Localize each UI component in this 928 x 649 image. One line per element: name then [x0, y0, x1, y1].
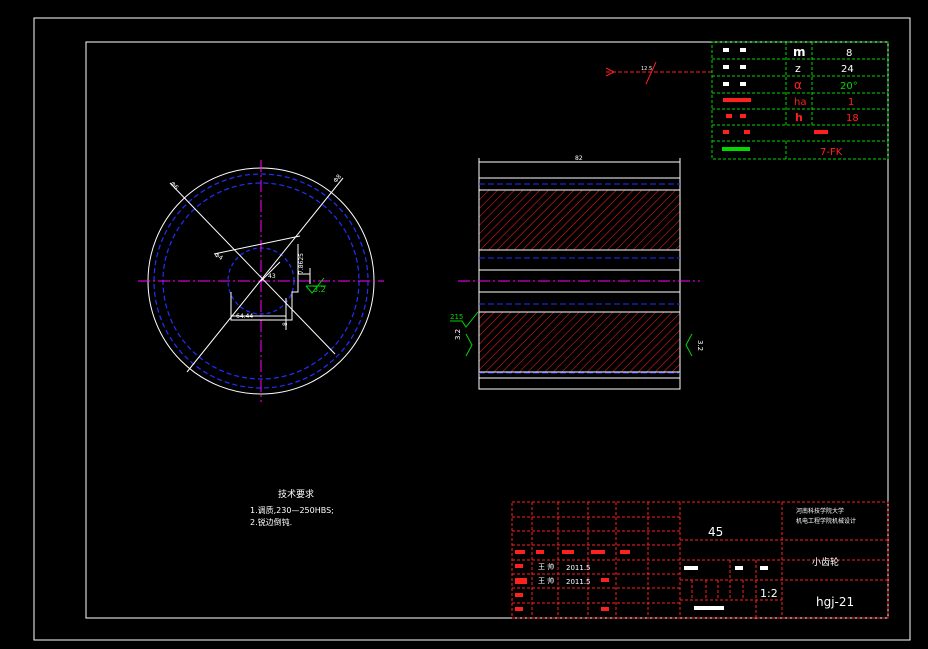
school-name: 河南科技学院大学	[796, 507, 844, 515]
tb-label-stub-10	[601, 578, 609, 582]
param-label-stub-9	[740, 114, 746, 118]
top-callout: 12.5	[605, 61, 712, 85]
leader-bore	[213, 235, 301, 255]
tb-label-stub-3	[562, 550, 574, 554]
scale: 1:2	[760, 587, 778, 600]
param-h-value: 18	[846, 113, 859, 124]
tb-label-stub-7	[515, 578, 527, 584]
drawing-number: hgj-21	[816, 595, 854, 609]
technical-notes: 技术要求 1.调质,230—250HBS; 2.锐边倒钝.	[250, 488, 334, 527]
dim-small: 8	[282, 322, 289, 326]
dim-keyway: 7.8625	[298, 253, 305, 274]
param-alpha-value: 20°	[840, 81, 858, 92]
param-label-stub-11	[744, 130, 750, 134]
dim-hub: 64.44	[236, 313, 253, 320]
title-block: 45 河南科技学院大学 机电工程学院机械设计 小齿轮 1:2 hgj-21 王 …	[511, 501, 889, 619]
dim-43: 43	[268, 273, 276, 280]
tb-label-stub-14	[760, 566, 768, 570]
tb-label-stub-11	[601, 607, 609, 611]
param-label-stub-1	[723, 48, 729, 52]
part-name: 小齿轮	[812, 556, 839, 568]
designer-date: 2011.5	[566, 564, 591, 572]
notes-title: 技术要求	[278, 488, 314, 500]
param-ha-symbol: ha	[794, 97, 806, 108]
leader-d2	[186, 177, 344, 373]
param-label-stub-6	[740, 82, 746, 86]
param-ha-value: 1	[848, 97, 854, 108]
param-m-value: 8	[846, 48, 852, 59]
rough-symbol-right	[685, 333, 693, 357]
param-label-stub-10	[723, 130, 729, 134]
gear-drawing: Φ6 Φ8 Φ4 43 7.8625 64.44 8 3.2 82 215 3.…	[33, 17, 911, 641]
dim-d2: Φ8	[332, 173, 343, 184]
rough-right-value: 3.2	[696, 340, 704, 351]
tb-label-stub-4	[591, 550, 605, 554]
tb-label-stub-2	[536, 550, 544, 554]
tb-label-stub-8	[515, 593, 523, 597]
tb-label-stub-1	[515, 550, 525, 554]
param-label-stub-3	[723, 65, 729, 69]
material: 45	[708, 525, 723, 539]
rough-left-value: 3.2	[454, 329, 462, 340]
param-label-stub-7	[723, 98, 751, 102]
param-z-value: 24	[841, 64, 854, 75]
param-label-stub-12	[722, 147, 750, 151]
param-label-stub-5	[723, 82, 729, 86]
rough-symbol-left	[465, 333, 473, 357]
tb-label-stub-5	[620, 550, 630, 554]
checker-date: 2011.5	[566, 578, 591, 586]
notes-line-1: 1.调质,230—250HBS;	[250, 505, 334, 515]
rough-bore-value: 215	[450, 313, 463, 321]
hatch-lower	[478, 311, 681, 373]
dim-bore: Φ4	[213, 252, 224, 262]
tb-label-stub-9	[515, 607, 523, 611]
tb-label-stub-13	[735, 566, 743, 570]
param-label-stub-13	[814, 130, 828, 134]
param-label-stub-2	[740, 48, 746, 52]
param-m-symbol: m	[793, 45, 806, 59]
checker: 王 帅	[538, 576, 554, 585]
param-h-symbol: h	[795, 111, 803, 124]
dim-d1: Φ6	[169, 180, 180, 191]
tb-label-stub-15	[694, 606, 724, 610]
front-view: Φ6 Φ8 Φ4 43 7.8625 64.44 8 3.2	[138, 160, 384, 402]
parameter-table: m 8 z 24 α 20° ha 1 h 18 7-FK	[711, 41, 889, 160]
tb-label-stub-12	[684, 566, 698, 570]
dept-name: 机电工程学院机械设计	[796, 517, 856, 525]
param-alpha-symbol: α	[794, 78, 802, 92]
rough-face-value: 3.2	[313, 285, 326, 294]
designer: 王 帅	[538, 562, 554, 571]
param-grade-value: 7-FK	[820, 147, 843, 158]
top-rough-value: 12.5	[641, 66, 652, 72]
param-z-symbol: z	[795, 62, 801, 75]
outer-frame	[33, 17, 911, 641]
notes-line-2: 2.锐边倒钝.	[250, 517, 292, 527]
dim-width: 82	[575, 155, 583, 162]
tb-label-stub-6	[515, 564, 523, 568]
section-view: 82 215 3.2 3.2	[450, 155, 704, 390]
param-label-stub-4	[740, 65, 746, 69]
hatch-upper	[478, 189, 681, 251]
param-label-stub-8	[726, 114, 732, 118]
